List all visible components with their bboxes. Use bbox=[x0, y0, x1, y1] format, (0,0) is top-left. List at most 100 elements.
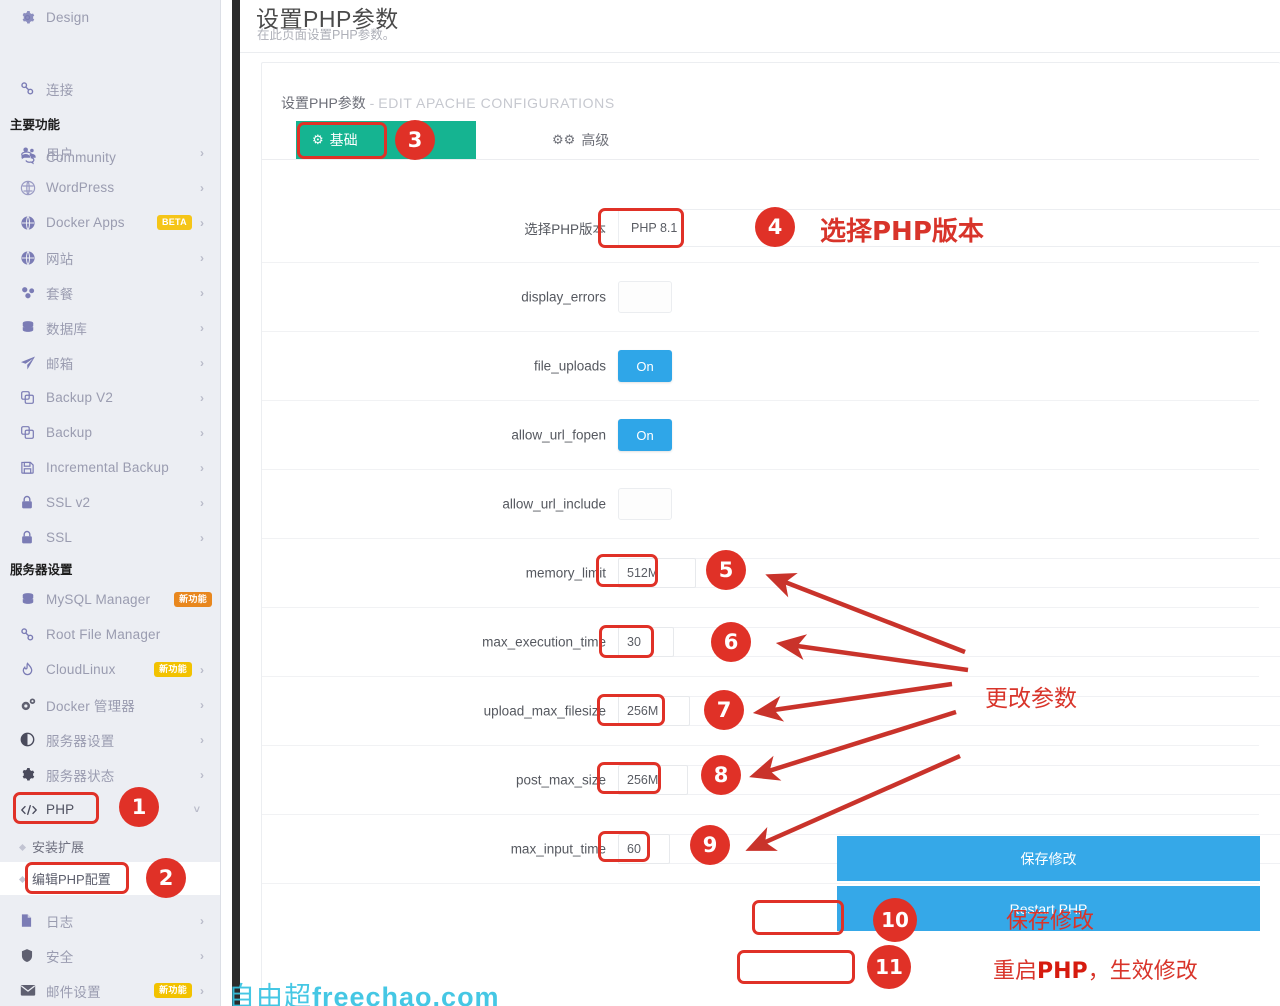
sidebar-item-incremental-backup[interactable]: Incremental Backup › bbox=[0, 450, 220, 485]
tab-advanced-label: 高级 bbox=[581, 132, 610, 148]
label-memory-limit: memory_limit bbox=[525, 565, 606, 581]
sidebar-item-root-file-manager[interactable]: Root File Manager bbox=[0, 617, 220, 652]
sidebar-item-databases[interactable]: 数据库 › bbox=[0, 310, 220, 345]
sidebar-item-label: Root File Manager bbox=[46, 627, 161, 642]
chevron-right-icon: › bbox=[200, 145, 204, 160]
input-upload-max-filesize[interactable]: 256M bbox=[618, 696, 690, 726]
badge-new: 新功能 bbox=[154, 662, 192, 677]
sidebar-item-server-settings[interactable]: 服务器设置 › bbox=[0, 722, 220, 757]
gear-icon bbox=[20, 767, 46, 782]
sidebar-subitem-label: 安装扩展 bbox=[32, 840, 85, 855]
sidebar-item-label: SSL bbox=[46, 530, 73, 545]
sidebar-item-docker-manager[interactable]: Docker 管理器 › bbox=[0, 687, 220, 722]
row-memory-limit: memory_limit 512M bbox=[262, 539, 1280, 608]
sidebar-item-backup-v2[interactable]: Backup V2 › bbox=[0, 380, 220, 415]
label-file-uploads: file_uploads bbox=[533, 358, 606, 374]
toggle-allow-url-include[interactable] bbox=[618, 488, 672, 520]
sidebar-item-label: 连接 bbox=[46, 82, 74, 98]
sidebar-item-label: Backup V2 bbox=[46, 390, 114, 405]
input-post-max-size[interactable]: 256M bbox=[618, 765, 688, 795]
card-title-dash: - bbox=[365, 95, 379, 111]
label-upload-max-filesize: upload_max_filesize bbox=[483, 703, 606, 719]
sidebar-subitem-install-extensions[interactable]: 安装扩展 bbox=[0, 830, 220, 863]
sidebar-item-label: 服务器状态 bbox=[46, 768, 115, 784]
sidebar-item-label: Backup bbox=[46, 425, 93, 440]
gear-icon bbox=[20, 10, 46, 25]
sidebar-item-label: 套餐 bbox=[46, 286, 74, 302]
bullet-icon bbox=[18, 875, 27, 884]
sidebar-item-label: Design bbox=[46, 10, 90, 25]
sidebar-item-label: Docker 管理器 bbox=[46, 698, 136, 714]
sidebar-item-design[interactable]: Design bbox=[0, 0, 220, 35]
header-divider bbox=[240, 52, 1280, 53]
chevron-right-icon: › bbox=[200, 460, 204, 475]
save-button-label: 保存修改 bbox=[1020, 850, 1077, 867]
sidebar-item-php[interactable]: PHP ˅ bbox=[0, 792, 220, 827]
sidebar-item-cloudlinux[interactable]: CloudLinux 新功能 › bbox=[0, 652, 220, 687]
toggle-file-uploads[interactable]: On bbox=[618, 350, 672, 382]
row-display-errors: display_errors bbox=[262, 263, 1259, 332]
restart-php-button[interactable]: Restart PHP bbox=[837, 886, 1260, 931]
page-subtitle: 在此页面设置PHP参数。 bbox=[257, 28, 396, 42]
link-icon bbox=[20, 627, 46, 642]
input-max-input-time[interactable]: 60 bbox=[618, 834, 670, 864]
sidebar-item-email[interactable]: 邮箱 › bbox=[0, 345, 220, 380]
tab-advanced[interactable]: ⚙⚙ 高级 bbox=[536, 121, 625, 159]
save-button[interactable]: 保存修改 bbox=[837, 836, 1260, 881]
sidebar-item-label: 日志 bbox=[46, 914, 74, 930]
sidebar-item-packages[interactable]: 套餐 › bbox=[0, 275, 220, 310]
sidebar-section-main: 主要功能 bbox=[10, 117, 61, 132]
sidebar-item-websites[interactable]: 网站 › bbox=[0, 240, 220, 275]
sidebar-item-label: 安全 bbox=[46, 949, 74, 965]
tab-basic[interactable]: ⚙ 基础 bbox=[296, 121, 374, 159]
sidebar-item-label: SSL v2 bbox=[46, 495, 91, 510]
users-icon bbox=[20, 146, 46, 160]
globe-icon bbox=[20, 250, 46, 266]
page-dark-edge bbox=[232, 0, 240, 1006]
gears-icon bbox=[20, 697, 46, 713]
sidebar-subitem-edit-php-config[interactable]: 编辑PHP配置 bbox=[0, 862, 220, 895]
sidebar-item-ssl-v2[interactable]: SSL v2 › bbox=[0, 485, 220, 520]
php-version-select[interactable]: PHP 8.1 ˅ bbox=[618, 209, 1280, 247]
memory-limit-track bbox=[618, 558, 1280, 588]
sidebar-item-docker-apps[interactable]: Docker Apps BETA › bbox=[0, 205, 220, 240]
chevron-right-icon: › bbox=[200, 285, 204, 300]
sidebar-item-users[interactable]: 用户 › bbox=[0, 135, 220, 170]
card-title: 设置PHP参数 - EDIT APACHE CONFIGURATIONS bbox=[281, 93, 615, 113]
input-max-execution-time[interactable]: 30 bbox=[618, 627, 674, 657]
tab-basic-label: 基础 bbox=[329, 132, 358, 148]
flame-icon bbox=[20, 661, 46, 678]
max-execution-time-track bbox=[618, 627, 1280, 657]
input-memory-limit[interactable]: 512M bbox=[618, 558, 696, 588]
sidebar-item-label: 网站 bbox=[46, 251, 74, 267]
sidebar-item-label: MySQL Manager bbox=[46, 592, 151, 607]
chevron-right-icon: › bbox=[200, 983, 204, 998]
sidebar-item-label: 服务器设置 bbox=[46, 733, 115, 749]
chevron-right-icon: › bbox=[200, 180, 204, 195]
sidebar-item-backup[interactable]: Backup › bbox=[0, 415, 220, 450]
gears-icon: ⚙⚙ bbox=[552, 132, 576, 147]
sidebar-item-wordpress[interactable]: WordPress › bbox=[0, 170, 220, 205]
sidebar-item-server-status[interactable]: 服务器状态 › bbox=[0, 757, 220, 792]
sidebar-item-logs[interactable]: 日志 › bbox=[0, 903, 220, 938]
sidebar-item-ssl[interactable]: SSL › bbox=[0, 520, 220, 555]
label-display-errors: display_errors bbox=[521, 289, 606, 305]
toggle-display-errors[interactable] bbox=[618, 281, 672, 313]
row-php-version: 选择PHP版本 PHP 8.1 ˅ bbox=[262, 194, 1280, 263]
sidebar-item-connect[interactable]: 连接 bbox=[0, 71, 220, 106]
toggle-allow-url-fopen[interactable]: On bbox=[618, 419, 672, 451]
file-icon bbox=[20, 913, 46, 928]
tab-bar: ⚙ 基础 bbox=[296, 121, 476, 159]
sidebar-item-label: PHP bbox=[46, 802, 75, 817]
sidebar-item-mysql-manager[interactable]: MySQL Manager 新功能 bbox=[0, 582, 220, 617]
chevron-right-icon: › bbox=[200, 662, 204, 677]
sidebar-subitem-label: 编辑PHP配置 bbox=[32, 872, 111, 887]
card-title-cn: 设置PHP参数 bbox=[281, 95, 366, 111]
sidebar-gutter bbox=[220, 0, 232, 1006]
upload-max-filesize-track bbox=[618, 696, 1280, 726]
copy-icon bbox=[20, 390, 46, 405]
sidebar-item-mail-settings[interactable]: 邮件设置 新功能 › bbox=[0, 973, 220, 1006]
toggle-allow-url-fopen-value: On bbox=[636, 427, 654, 443]
row-allow-url-fopen: allow_url_fopen On bbox=[262, 401, 1259, 470]
sidebar-item-security[interactable]: 安全 › bbox=[0, 938, 220, 973]
